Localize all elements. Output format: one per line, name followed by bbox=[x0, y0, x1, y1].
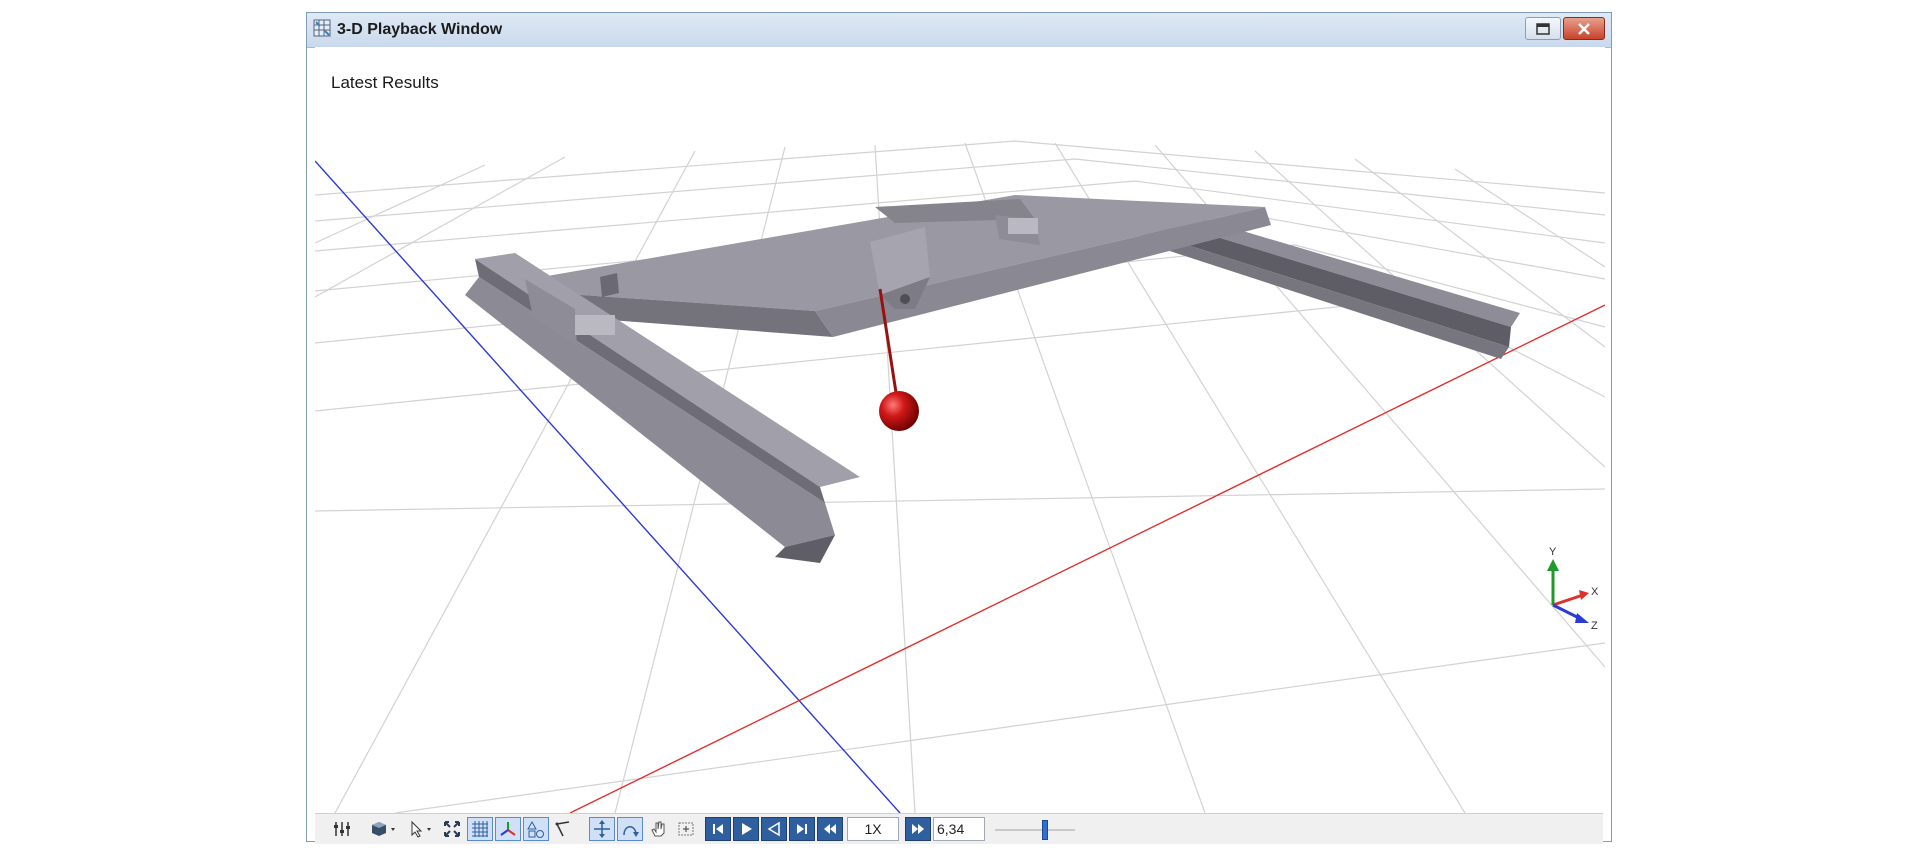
view-cube-dropdown[interactable] bbox=[367, 817, 401, 841]
zoom-box-button[interactable] bbox=[673, 817, 699, 841]
scene-canvas[interactable]: Y X Z bbox=[315, 47, 1605, 813]
select-arrow-icon bbox=[411, 820, 431, 838]
axis-label-z: Z bbox=[1591, 620, 1598, 632]
cube-view-icon bbox=[372, 822, 395, 836]
timeline-slider-thumb[interactable] bbox=[1041, 820, 1048, 840]
hoist-ball bbox=[879, 391, 919, 431]
hand-icon bbox=[651, 821, 665, 837]
rotate-icon bbox=[623, 826, 639, 837]
rotate-button[interactable] bbox=[617, 817, 643, 841]
maximize-button[interactable] bbox=[1525, 17, 1561, 40]
shapes-toggle-button[interactable] bbox=[523, 817, 549, 841]
settings-button[interactable] bbox=[329, 817, 355, 841]
window-app-icon bbox=[313, 19, 331, 37]
step-back-icon bbox=[767, 821, 780, 837]
bottom-toolbar: 1X 6,34 bbox=[315, 813, 1603, 844]
playback-window: 3-D Playback Window Y X Z Latest Results… bbox=[306, 12, 1612, 844]
fast-forward-icon bbox=[912, 824, 924, 834]
skip-start-icon bbox=[713, 824, 723, 834]
3d-viewport[interactable]: Y X Z Latest Results bbox=[315, 47, 1605, 813]
pan-button[interactable] bbox=[589, 817, 615, 841]
pan-icon bbox=[594, 820, 610, 838]
zoom-box-icon bbox=[678, 822, 694, 836]
play-button[interactable] bbox=[733, 817, 759, 841]
title-bar[interactable]: 3-D Playback Window bbox=[307, 13, 1611, 48]
axis-label-x: X bbox=[1591, 586, 1599, 598]
skip-start-button[interactable] bbox=[705, 817, 731, 841]
axes-toggle-icon bbox=[500, 822, 516, 836]
shapes-icon bbox=[527, 820, 544, 838]
fit-view-icon bbox=[444, 821, 460, 837]
select-dropdown[interactable] bbox=[405, 817, 439, 841]
grid-toggle-button[interactable] bbox=[467, 817, 493, 841]
window-title: 3-D Playback Window bbox=[337, 21, 503, 38]
skip-end-icon bbox=[797, 824, 807, 834]
close-button[interactable] bbox=[1563, 17, 1605, 40]
grid-toggle-icon bbox=[472, 821, 488, 837]
play-icon bbox=[742, 823, 752, 835]
playback-speed-field[interactable]: 1X bbox=[847, 817, 899, 841]
settings-icon bbox=[334, 822, 350, 836]
axis-triad: Y X Z bbox=[1547, 546, 1599, 632]
time-field[interactable]: 6,34 bbox=[933, 817, 985, 841]
axes-toggle-button[interactable] bbox=[495, 817, 521, 841]
step-back-button[interactable] bbox=[761, 817, 787, 841]
rewind-icon bbox=[824, 824, 836, 834]
timeline-slider-track[interactable] bbox=[995, 829, 1075, 831]
latest-results-label: Latest Results bbox=[331, 73, 439, 92]
rewind-button[interactable] bbox=[817, 817, 843, 841]
fast-forward-button[interactable] bbox=[905, 817, 931, 841]
skip-end-button[interactable] bbox=[789, 817, 815, 841]
maximize-icon bbox=[1536, 22, 1550, 35]
hand-button[interactable] bbox=[645, 817, 671, 841]
measure-button[interactable] bbox=[551, 817, 577, 841]
close-icon bbox=[1578, 22, 1590, 35]
fit-view-button[interactable] bbox=[439, 817, 465, 841]
axis-label-y: Y bbox=[1549, 546, 1557, 558]
measure-icon bbox=[555, 821, 570, 837]
